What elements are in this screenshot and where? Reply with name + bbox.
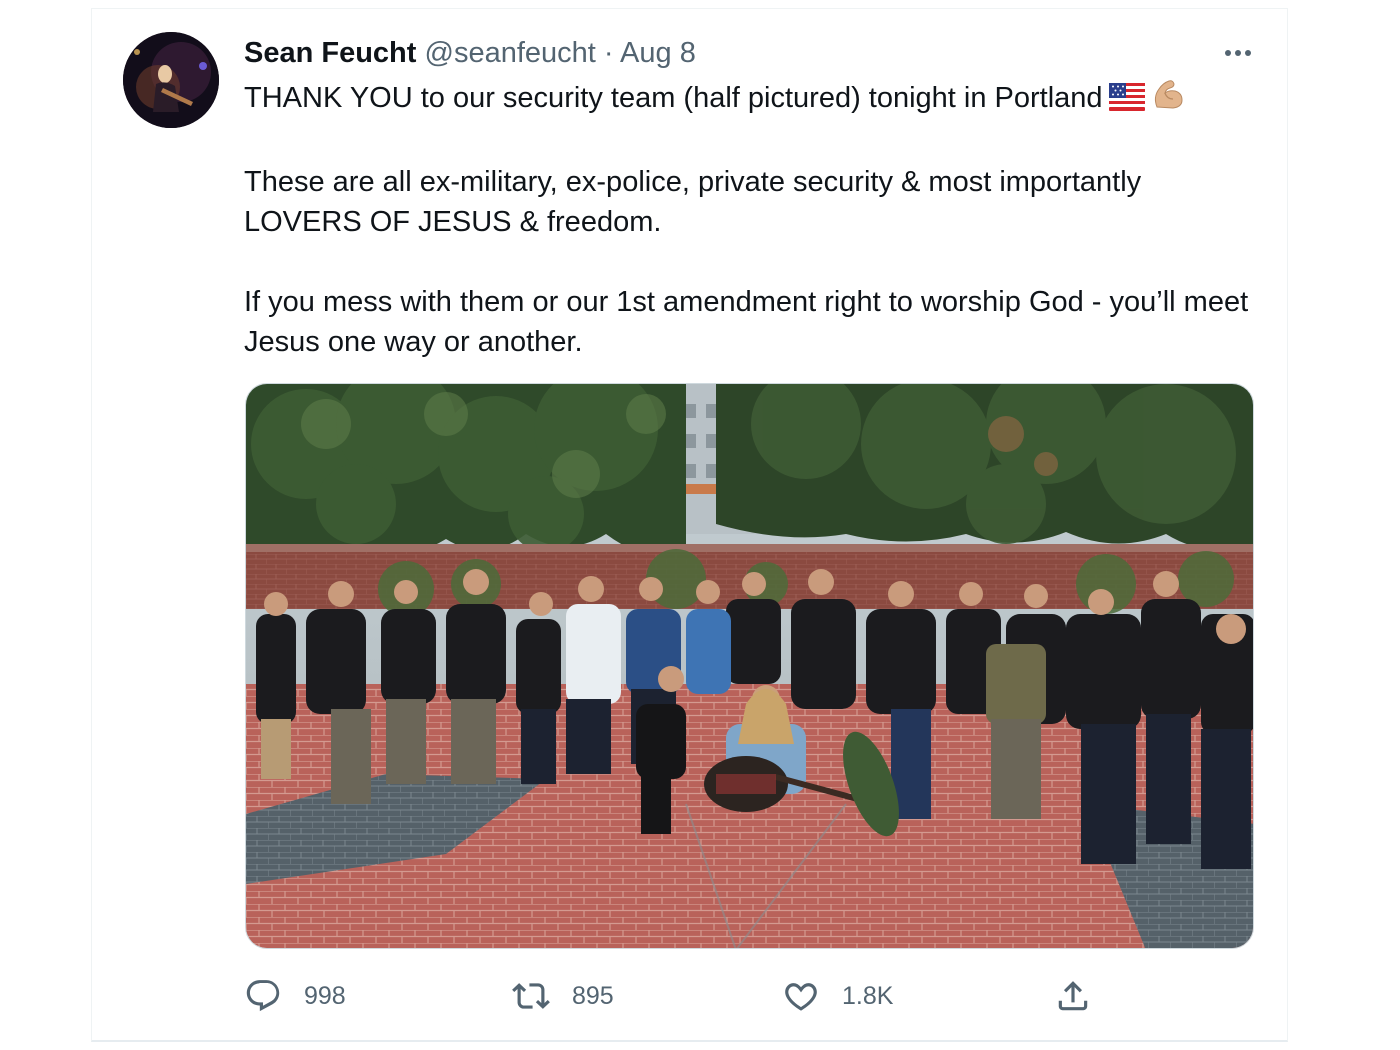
- heart-icon: [785, 983, 817, 1011]
- share-button[interactable]: [1054, 976, 1092, 1016]
- author-handle[interactable]: @seanfeucht: [425, 37, 596, 69]
- tweet-date[interactable]: Aug 8: [620, 37, 696, 69]
- us-flag-icon: [1108, 82, 1145, 122]
- tweet-photo[interactable]: [245, 383, 1254, 949]
- share-icon: [1058, 981, 1088, 1011]
- retweet-button[interactable]: 895: [512, 976, 614, 1016]
- tweet-text-para3: If you mess with them or our 1st amendme…: [244, 286, 1249, 358]
- reply-count: 998: [304, 981, 346, 1010]
- avatar[interactable]: [123, 32, 219, 128]
- flexed-biceps-icon: [1151, 77, 1185, 122]
- tweet-actions: 998 895 1.8K: [244, 976, 1254, 1016]
- more-icon: [1225, 50, 1231, 56]
- tweet-text-para2: These are all ex-military, ex-police, pr…: [244, 166, 1142, 238]
- avatar-image: [123, 32, 219, 128]
- retweet-count: 895: [572, 981, 614, 1010]
- header-separator: ·: [603, 37, 614, 69]
- retweet-icon: [512, 983, 550, 1009]
- like-count: 1.8K: [842, 981, 894, 1010]
- like-button[interactable]: 1.8K: [782, 976, 893, 1016]
- tweet-header: Sean Feucht @seanfeucht · Aug 8: [244, 34, 696, 72]
- reply-button[interactable]: 998: [244, 976, 346, 1016]
- more-options-button[interactable]: [1218, 38, 1258, 68]
- author-name[interactable]: Sean Feucht: [244, 37, 416, 69]
- tweet-text: THANK YOU to our security team (half pic…: [244, 77, 1254, 402]
- group-photo-image: [246, 384, 1253, 948]
- reply-icon: [246, 980, 280, 1012]
- tweet-text-line1: THANK YOU to our security team (half pic…: [244, 77, 1254, 122]
